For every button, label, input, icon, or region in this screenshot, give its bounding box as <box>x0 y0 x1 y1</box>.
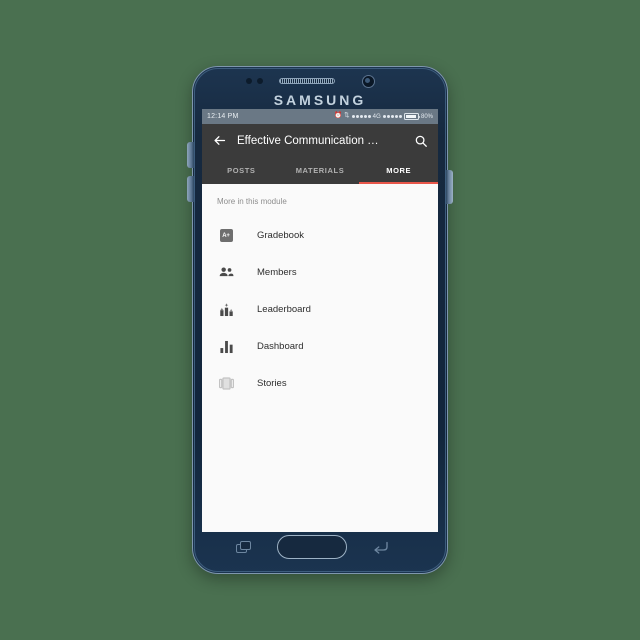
phone-device: SAMSUNG 12:14 PM ⏰ ⇅ 4G 80% Effective Co <box>184 66 456 574</box>
recent-apps-button[interactable] <box>236 541 252 554</box>
status-bar: 12:14 PM ⏰ ⇅ 4G 80% <box>202 109 438 124</box>
dashboard-icon <box>217 338 235 356</box>
page-title: Effective Communication … <box>237 134 379 147</box>
volume-down-button[interactable] <box>187 176 194 202</box>
list-item-stories[interactable]: Stories <box>202 365 438 402</box>
list-item-label: Gradebook <box>257 230 305 241</box>
status-time: 12:14 PM <box>207 113 239 120</box>
list-item-label: Stories <box>257 378 287 389</box>
search-icon[interactable] <box>412 132 429 149</box>
list-item-gradebook[interactable]: A+ Gradebook <box>202 217 438 254</box>
members-icon <box>217 264 235 282</box>
battery-icon <box>403 113 421 120</box>
signal-dots-2-icon <box>382 115 402 118</box>
samsung-brand-label: SAMSUNG <box>273 92 367 108</box>
volume-up-button[interactable] <box>187 142 194 168</box>
list-item-dashboard[interactable]: Dashboard <box>202 328 438 365</box>
home-button[interactable] <box>277 535 347 559</box>
app-bar: Effective Communication … <box>202 124 438 157</box>
sync-icon: ⇅ <box>344 112 350 120</box>
gradebook-icon: A+ <box>217 227 235 245</box>
back-button[interactable] <box>372 540 390 554</box>
light-sensor-icon <box>257 78 263 84</box>
proximity-sensor-icon <box>246 78 252 84</box>
list-item-leaderboard[interactable]: Leaderboard <box>202 291 438 328</box>
tab-bar: POSTS MATERIALS MORE <box>202 157 438 184</box>
power-button[interactable] <box>446 170 453 204</box>
tab-posts[interactable]: POSTS <box>202 157 281 184</box>
tab-materials[interactable]: MATERIALS <box>281 157 360 184</box>
back-arrow-icon[interactable] <box>211 132 228 149</box>
leaderboard-icon <box>217 301 235 319</box>
list-item-label: Dashboard <box>257 341 304 352</box>
earpiece-speaker <box>279 78 335 84</box>
stories-icon <box>217 375 235 393</box>
content-area: More in this module A+ Gradebook Members <box>202 184 438 532</box>
phone-screen: 12:14 PM ⏰ ⇅ 4G 80% Effective Communicat… <box>202 109 438 532</box>
tab-more[interactable]: MORE <box>359 157 438 184</box>
front-camera-icon <box>362 75 375 88</box>
status-icons: ⏰ ⇅ 4G 80% <box>334 113 433 120</box>
network-type-label: 4G <box>372 113 381 120</box>
signal-dots-icon <box>351 115 371 118</box>
list-item-members[interactable]: Members <box>202 254 438 291</box>
list-item-label: Members <box>257 267 297 278</box>
alarm-icon: ⏰ <box>334 112 343 120</box>
list-item-label: Leaderboard <box>257 304 311 315</box>
battery-percent-label: 80% <box>420 113 433 120</box>
gradebook-badge-label: A+ <box>219 229 233 242</box>
section-header: More in this module <box>217 197 287 206</box>
